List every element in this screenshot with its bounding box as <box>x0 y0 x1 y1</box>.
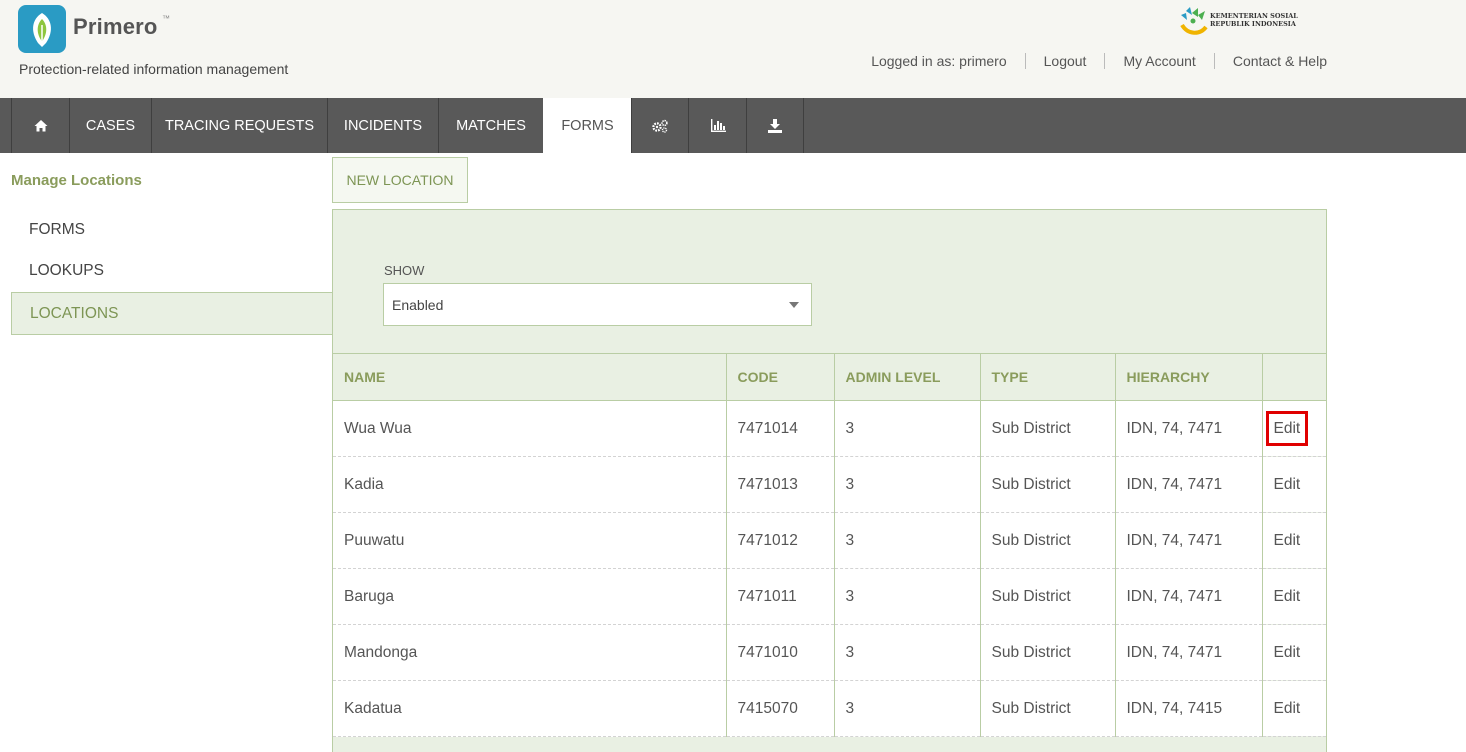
sidebar-item-forms[interactable]: FORMS <box>11 209 332 251</box>
table-row: Wua Wua 7471014 3 Sub District IDN, 74, … <box>333 400 1326 457</box>
show-filter-value: Enabled <box>392 296 444 313</box>
location-type-cell: Sub District <box>979 456 1115 513</box>
location-actions-cell: Edit <box>1261 400 1326 457</box>
chevron-down-icon <box>789 302 799 308</box>
app-tagline: Protection-related information managemen… <box>19 61 289 77</box>
main-nav: CASES TRACING REQUESTS INCIDENTS MATCHES… <box>0 98 1466 153</box>
show-filter-select[interactable]: Enabled <box>383 283 812 326</box>
ministry-emblem-icon <box>1180 7 1208 35</box>
bar-chart-icon <box>710 119 726 132</box>
locations-panel: SHOW Enabled NAME CODE ADMIN LEVEL TYPE … <box>332 209 1327 752</box>
location-actions-cell: Edit <box>1261 624 1326 681</box>
column-header-name[interactable]: NAME <box>333 353 726 401</box>
trademark-mark: ™ <box>162 14 170 23</box>
table-row: Kadia 7471013 3 Sub District IDN, 74, 74… <box>333 456 1326 513</box>
location-code-cell: 7471010 <box>725 624 834 681</box>
location-hierarchy-cell: IDN, 74, 7471 <box>1114 624 1262 681</box>
edit-link[interactable]: Edit <box>1274 644 1301 661</box>
location-actions-cell: Edit <box>1261 680 1326 737</box>
location-actions-cell: Edit <box>1261 456 1326 513</box>
location-type-cell: Sub District <box>979 400 1115 457</box>
nav-incidents[interactable]: INCIDENTS <box>327 98 439 153</box>
location-type-cell: Sub District <box>979 680 1115 737</box>
column-header-hierarchy[interactable]: HIERARCHY <box>1114 353 1262 401</box>
nav-export[interactable] <box>746 98 804 153</box>
location-admin-level-cell: 3 <box>833 624 980 681</box>
table-row: Puuwatu 7471012 3 Sub District IDN, 74, … <box>333 512 1326 569</box>
location-code-cell: 7471014 <box>725 400 834 457</box>
logged-in-as-label: Logged in as: primero <box>871 53 1007 69</box>
column-header-code[interactable]: CODE <box>725 353 834 401</box>
primero-logo-icon <box>18 5 66 53</box>
location-name-cell: Wua Wua <box>333 400 726 457</box>
edit-link[interactable]: Edit <box>1274 476 1301 493</box>
my-account-link[interactable]: My Account <box>1104 53 1213 69</box>
nav-tracing-requests[interactable]: TRACING REQUESTS <box>151 98 328 153</box>
location-type-cell: Sub District <box>979 624 1115 681</box>
location-hierarchy-cell: IDN, 74, 7471 <box>1114 456 1262 513</box>
location-admin-level-cell: 3 <box>833 512 980 569</box>
location-admin-level-cell: 3 <box>833 680 980 737</box>
edit-link[interactable]: Edit <box>1274 532 1301 549</box>
table-row: Kadatua 7415070 3 Sub District IDN, 74, … <box>333 680 1326 737</box>
location-hierarchy-cell: IDN, 74, 7471 <box>1114 512 1262 569</box>
app-header: Primero ™ Protection-related information… <box>0 0 1466 98</box>
nav-forms[interactable]: FORMS <box>543 98 632 153</box>
table-row: Mandonga 7471010 3 Sub District IDN, 74,… <box>333 624 1326 681</box>
table-row: Baruga 7471011 3 Sub District IDN, 74, 7… <box>333 568 1326 625</box>
edit-link[interactable]: Edit <box>1274 588 1301 605</box>
download-icon <box>768 118 782 133</box>
location-actions-cell: Edit <box>1261 568 1326 625</box>
nav-reports[interactable] <box>688 98 747 153</box>
sidebar-item-lookups[interactable]: LOOKUPS <box>11 250 332 292</box>
column-header-actions <box>1261 353 1326 401</box>
location-hierarchy-cell: IDN, 74, 7415 <box>1114 680 1262 737</box>
home-icon <box>34 120 47 132</box>
location-admin-level-cell: 3 <box>833 456 980 513</box>
column-header-admin-level[interactable]: ADMIN LEVEL <box>833 353 980 401</box>
locations-table: NAME CODE ADMIN LEVEL TYPE HIERARCHY Wua… <box>333 353 1326 737</box>
location-code-cell: 7471013 <box>725 456 834 513</box>
location-code-cell: 7471011 <box>725 568 834 625</box>
edit-link[interactable]: Edit <box>1265 411 1309 446</box>
location-type-cell: Sub District <box>979 568 1115 625</box>
location-hierarchy-cell: IDN, 74, 7471 <box>1114 568 1262 625</box>
location-admin-level-cell: 3 <box>833 400 980 457</box>
location-hierarchy-cell: IDN, 74, 7471 <box>1114 400 1262 457</box>
user-links: Logged in as: primero Logout My Account … <box>853 53 1327 69</box>
sidebar-item-locations[interactable]: LOCATIONS <box>11 292 332 335</box>
ministry-logo: KEMENTERIAN SOSIAL REPUBLIK INDONESIA <box>1178 5 1318 39</box>
location-code-cell: 7415070 <box>725 680 834 737</box>
location-actions-cell: Edit <box>1261 512 1326 569</box>
location-name-cell: Puuwatu <box>333 512 726 569</box>
nav-cases[interactable]: CASES <box>69 98 152 153</box>
location-name-cell: Kadia <box>333 456 726 513</box>
column-header-type[interactable]: TYPE <box>979 353 1115 401</box>
logout-link[interactable]: Logout <box>1024 53 1105 69</box>
location-admin-level-cell: 3 <box>833 568 980 625</box>
location-name-cell: Mandonga <box>333 624 726 681</box>
edit-link[interactable]: Edit <box>1274 700 1301 717</box>
show-filter-label: SHOW <box>384 263 425 278</box>
sidebar-title: Manage Locations <box>11 172 142 189</box>
nav-settings[interactable] <box>631 98 689 153</box>
table-header-row: NAME CODE ADMIN LEVEL TYPE HIERARCHY <box>333 353 1326 401</box>
location-name-cell: Kadatua <box>333 680 726 737</box>
location-code-cell: 7471012 <box>725 512 834 569</box>
app-name: Primero <box>73 14 158 39</box>
location-name-cell: Baruga <box>333 568 726 625</box>
nav-home[interactable] <box>11 98 70 153</box>
location-type-cell: Sub District <box>979 512 1115 569</box>
new-location-button[interactable]: NEW LOCATION <box>332 157 468 203</box>
gears-icon <box>652 119 668 133</box>
contact-help-link[interactable]: Contact & Help <box>1213 53 1327 69</box>
ministry-logo-text: KEMENTERIAN SOSIAL REPUBLIK INDONESIA <box>1210 12 1298 28</box>
nav-matches[interactable]: MATCHES <box>438 98 544 153</box>
